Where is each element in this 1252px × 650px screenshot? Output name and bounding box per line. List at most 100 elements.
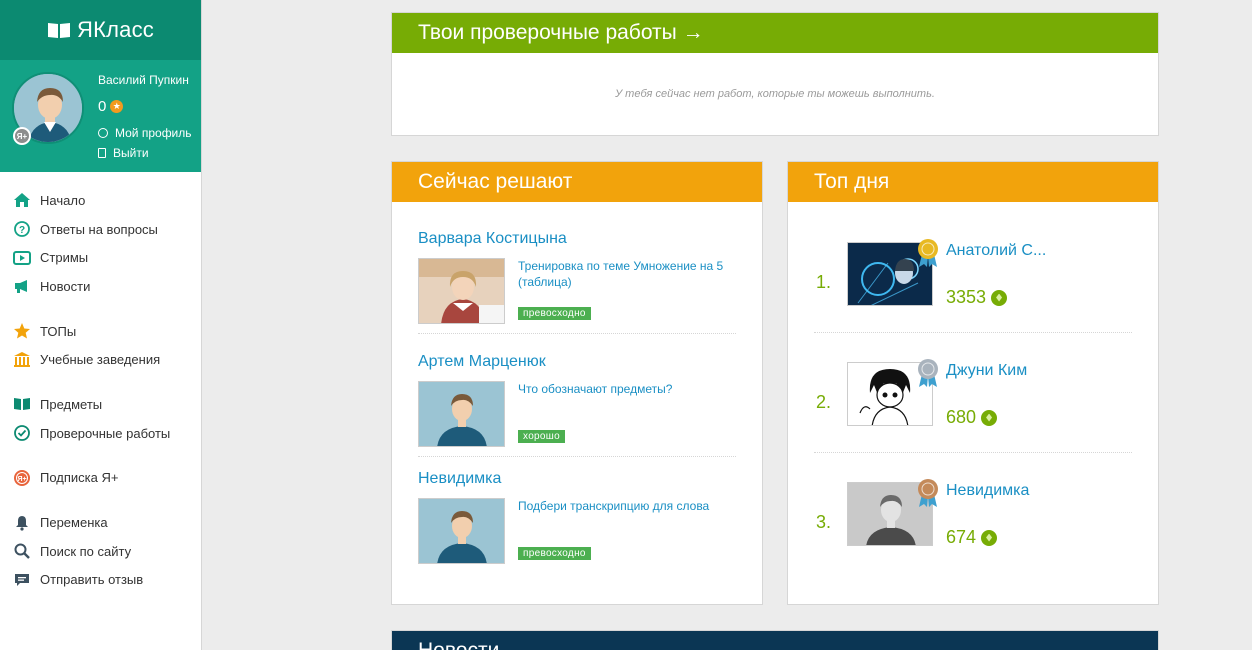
search-icon [13, 542, 31, 560]
divider [418, 333, 736, 334]
sidebar-item-answers[interactable]: ? Ответы на вопросы [0, 215, 201, 244]
sidebar-item-label: Переменка [40, 515, 108, 531]
feedback-icon [13, 571, 31, 589]
rank-number: 1. [816, 272, 832, 292]
sidebar-item-schools[interactable]: Учебные заведения [0, 345, 201, 374]
sidebar-item-label: Отправить отзыв [40, 572, 144, 588]
tests-panel: Твои проверочные работы → У тебя сейчас … [391, 12, 1159, 136]
sidebar-item-label: Новости [40, 278, 91, 294]
top-user-name[interactable]: Невидимка [946, 482, 1029, 500]
sidebar-item-label: Начало [40, 192, 86, 208]
divider [814, 452, 1132, 453]
medal-disc [918, 479, 938, 499]
home-icon [13, 191, 31, 209]
ya-plus-badge: Я+ [13, 127, 31, 145]
sidebar-nav: Начало ? Ответы на вопросы Стримы Новост… [0, 186, 201, 594]
news-panel-title[interactable]: Новости [392, 631, 1158, 650]
sidebar-item-label: Ответы на вопросы [40, 221, 158, 237]
sidebar-item-tops[interactable]: ТОПы [0, 317, 201, 346]
sidebar-item-label: Учебные заведения [40, 352, 161, 368]
silver-medal-icon [916, 358, 940, 388]
profile-link[interactable]: Мой профиль [98, 126, 192, 140]
user-name: Василий Пупкин [98, 73, 189, 87]
top-user-score: 680 [946, 407, 998, 428]
check-circle-icon [13, 424, 31, 442]
sidebar: ЯКласс Василий Пупкин 0 ★ Мой профиль Вы… [0, 0, 202, 650]
star-icon [13, 322, 31, 340]
top-user-name[interactable]: Джуни Ким [946, 362, 1027, 380]
gem-icon [981, 529, 998, 546]
solver-photo[interactable] [418, 498, 505, 564]
solver-name[interactable]: Невидимка [418, 470, 736, 488]
bell-icon [13, 514, 31, 532]
svg-text:?: ? [19, 225, 25, 236]
solving-panel-title: Сейчас решают [392, 162, 762, 202]
solver-name[interactable]: Артем Марценюк [418, 353, 736, 371]
sidebar-item-subscription[interactable]: Я+ Подписка Я+ [0, 464, 201, 493]
grade-badge: превосходно [518, 547, 591, 560]
door-icon [98, 148, 106, 158]
score-value: 3353 [946, 287, 987, 307]
ya-plus-icon: Я+ [13, 469, 31, 487]
top-panel-title: Топ дня [788, 162, 1158, 202]
svg-text:Я+: Я+ [17, 476, 26, 483]
user-box: Василий Пупкин 0 ★ Мой профиль Выйти [0, 60, 201, 172]
tests-panel-title[interactable]: Твои проверочные работы → [392, 13, 1158, 53]
top-entry: 1. Анатолий С... 3353 [814, 239, 1132, 362]
building-icon [13, 351, 31, 369]
top-entry: 2. Джуни Ким 680 [814, 359, 1132, 482]
sidebar-item-search[interactable]: Поиск по сайту [0, 537, 201, 566]
sidebar-item-break[interactable]: Переменка [0, 508, 201, 537]
sidebar-item-label: Поиск по сайту [40, 543, 132, 559]
divider [814, 332, 1132, 333]
sidebar-item-label: Проверочные работы [40, 425, 171, 441]
logo-text: ЯКласс [77, 17, 154, 42]
top-user-name[interactable]: Анатолий С... [946, 242, 1046, 260]
empty-tests-message: У тебя сейчас нет работ, которые ты може… [615, 88, 935, 100]
grade-badge: превосходно [518, 307, 591, 320]
star-coin-icon: ★ [110, 100, 124, 113]
sidebar-item-feedback[interactable]: Отправить отзыв [0, 566, 201, 595]
logo[interactable]: ЯКласс [0, 0, 201, 60]
solving-now-panel: Сейчас решают Варвара Костицына Трениров… [391, 161, 763, 605]
solving-entry: Артем Марценюк Что обозначают предметы? … [418, 353, 736, 457]
rank-number: 2. [816, 392, 832, 412]
sidebar-item-subjects[interactable]: Предметы [0, 390, 201, 419]
play-icon [13, 249, 31, 267]
sidebar-item-news[interactable]: Новости [0, 272, 201, 301]
logout-link[interactable]: Выйти [98, 146, 149, 160]
solver-photo[interactable] [418, 258, 505, 324]
top-entry: 3. Невидимка 674 [814, 479, 1132, 602]
task-link[interactable]: Что обозначают предметы? [518, 381, 736, 397]
task-link[interactable]: Тренировка по теме Умножение на 5 (табли… [518, 258, 736, 290]
gem-icon [981, 409, 998, 426]
question-icon: ? [13, 220, 31, 238]
solver-photo[interactable] [418, 381, 505, 447]
solver-name[interactable]: Варвара Костицына [418, 230, 736, 248]
sidebar-item-home[interactable]: Начало [0, 186, 201, 215]
score-value: 674 [946, 527, 977, 547]
megaphone-icon [13, 277, 31, 295]
gem-icon [991, 289, 1008, 306]
book-icon [13, 395, 31, 413]
grade-badge: хорошо [518, 430, 565, 443]
top-user-score: 674 [946, 527, 998, 548]
rank-number: 3. [816, 512, 832, 532]
sidebar-item-label: Предметы [40, 396, 103, 412]
top-user-score: 3353 [946, 287, 1008, 308]
points-value: 0 [98, 98, 107, 115]
profile-link-label: Мой профиль [115, 126, 192, 140]
sidebar-item-label: Подписка Я+ [40, 470, 119, 486]
sidebar-item-label: Стримы [40, 250, 89, 266]
task-link[interactable]: Подбери транскрипцию для слова [518, 498, 736, 514]
sidebar-item-streams[interactable]: Стримы [0, 243, 201, 272]
sidebar-item-tests[interactable]: Проверочные работы [0, 419, 201, 448]
bronze-medal-icon [916, 478, 940, 508]
score-value: 680 [946, 407, 977, 427]
top-of-day-panel: Топ дня 1. Анатолий С... 3353 2. Джуни К… [787, 161, 1159, 605]
medal-disc [918, 359, 938, 379]
logout-link-label: Выйти [113, 146, 149, 160]
user-points: 0 ★ [98, 98, 124, 115]
medal-disc [918, 239, 938, 259]
news-panel: Новости [391, 630, 1159, 650]
